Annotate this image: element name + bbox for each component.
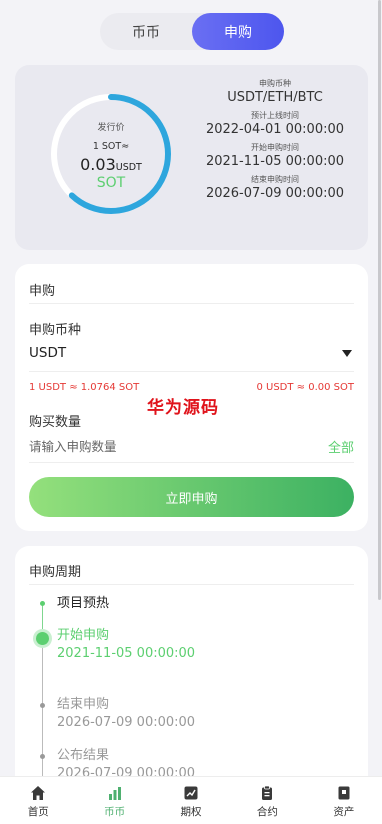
bottom-nav: 首页 币币 期权 合约 资产 (0, 776, 382, 824)
period-title: 申购周期 (29, 565, 82, 580)
watermark-text: 华为源码 (147, 398, 219, 418)
tab-coin[interactable]: 币币 (100, 13, 192, 50)
mode-toggle: 币币 申购 (100, 13, 284, 50)
step-name: 公布结果 (57, 748, 110, 763)
divider (29, 303, 354, 304)
chart-line-icon (184, 786, 198, 800)
nav-label: 期权 (180, 806, 202, 818)
nav-label: 币币 (104, 806, 126, 818)
nav-label: 首页 (27, 806, 49, 818)
caret-down-icon (342, 350, 352, 357)
nav-coin[interactable]: 币币 (76, 777, 152, 824)
nav-label: 合约 (256, 806, 278, 818)
price-unit: USDT (115, 162, 142, 173)
subscribe-title: 申购 (29, 284, 56, 299)
coin-symbol: SOT (96, 175, 126, 191)
timeline-dot (40, 754, 45, 759)
launch-time-value: 2022-04-01 00:00:00 (205, 122, 345, 137)
issue-rate-text: 1 SOT≈ (92, 141, 130, 152)
nav-home[interactable]: 首页 (0, 777, 76, 824)
end-time-value: 2026-07-09 00:00:00 (205, 186, 345, 201)
issue-price-label: 发行价 (97, 123, 125, 133)
clipboard-icon (262, 785, 273, 800)
issue-price-block: 发行价 1 SOT≈ 0.03USDT SOT (50, 93, 172, 215)
exchange-rate: 1 USDT ≈ 1.0764 SOT (29, 382, 140, 393)
subscribe-coin-label: 申购币种 (259, 79, 291, 88)
estimated-amount: 0 USDT ≈ 0.00 SOT (256, 382, 354, 393)
quantity-input[interactable] (29, 434, 289, 458)
coin-select[interactable]: USDT (29, 342, 354, 370)
divider (29, 584, 354, 585)
scrollbar[interactable] (378, 0, 382, 824)
ico-info-card: 发行价 1 SOT≈ 0.03USDT SOT 申购币种 USDT/ETH/BT… (15, 65, 368, 250)
quantity-label: 购买数量 (29, 415, 82, 430)
timeline-step: 结束申购 2026-07-09 00:00:00 (57, 696, 195, 732)
timeline-dot (40, 601, 45, 606)
timeline-dot (40, 703, 45, 708)
timeline-dot-current (36, 632, 49, 645)
end-time-label: 结束申购时间 (251, 175, 299, 184)
coin-select-label: 申购币种 (29, 323, 82, 338)
step-name: 开始申购 (57, 628, 110, 643)
start-time-label: 开始申购时间 (251, 143, 299, 152)
nav-options[interactable]: 期权 (153, 777, 229, 824)
info-list: 申购币种 USDT/ETH/BTC 预计上线时间 2022-04-01 00:0… (190, 79, 360, 207)
divider (29, 371, 354, 372)
nav-contract[interactable]: 合约 (229, 777, 305, 824)
step-name: 项目预热 (57, 596, 110, 611)
tab-subscribe[interactable]: 申购 (192, 13, 284, 50)
scrollbar-thumb[interactable] (378, 0, 381, 600)
timeline-step: 开始申购 2021-11-05 00:00:00 (57, 627, 195, 663)
start-time-value: 2021-11-05 00:00:00 (205, 154, 345, 169)
nav-label: 资产 (333, 806, 355, 818)
nav-assets[interactable]: 资产 (306, 777, 382, 824)
timeline-step: 项目预热 (57, 595, 109, 613)
bar-chart-icon (108, 787, 121, 800)
issue-price-value: 0.03USDT (50, 155, 172, 174)
coin-select-value: USDT (29, 345, 67, 361)
subscribe-card: 申购 申购币种 USDT 1 USDT ≈ 1.0764 SOT 0 USDT … (15, 264, 368, 531)
divider (29, 462, 354, 463)
price-number: 0.03 (80, 155, 116, 174)
step-name: 结束申购 (57, 697, 110, 712)
wallet-icon (338, 786, 350, 800)
step-time: 2021-11-05 00:00:00 (57, 646, 196, 661)
home-icon (31, 786, 46, 800)
launch-time-label: 预计上线时间 (251, 111, 299, 120)
step-time: 2026-07-09 00:00:00 (57, 715, 196, 730)
subscribe-coin-value: USDT/ETH/BTC (227, 90, 323, 105)
subscribe-now-button[interactable]: 立即申购 (29, 477, 354, 517)
all-button[interactable]: 全部 (328, 437, 354, 456)
